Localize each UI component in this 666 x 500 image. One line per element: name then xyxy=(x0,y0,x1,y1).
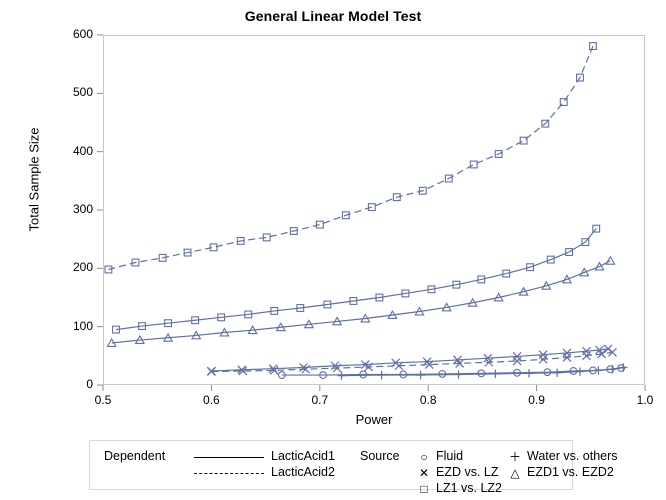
series-2 xyxy=(106,255,616,347)
axis-tick-marks xyxy=(97,34,646,391)
plot-svg xyxy=(97,34,646,391)
legend-item-lz1-vs-lz2: LZ1 vs. LZ2 xyxy=(436,481,502,495)
legend-item-ezd-vs-lz: EZD vs. LZ xyxy=(436,465,499,479)
square-icon: □ xyxy=(420,482,428,496)
data-series-layer xyxy=(104,42,628,380)
triangle-icon: △ xyxy=(510,466,520,480)
legend-group-dependent-title: Dependent xyxy=(104,449,166,463)
series-0 xyxy=(104,42,597,274)
x-icon: ✕ xyxy=(418,466,430,480)
plus-icon: ＋ xyxy=(508,450,521,464)
chart-container: General Linear Model Test Total Sample S… xyxy=(0,0,666,500)
legend-item-lacticacid2: LacticAcid2 xyxy=(271,465,335,479)
series-6 xyxy=(337,363,628,380)
chart-legend: Dependent LacticAcid1 LacticAcid2 Source… xyxy=(89,440,618,495)
legend-item-water-vs-others: Water vs. others xyxy=(527,449,618,463)
legend-item-lacticacid1: LacticAcid1 xyxy=(271,449,335,463)
legend-item-fluid: Fluid xyxy=(436,449,464,463)
legend-line-dashed-swatch xyxy=(194,473,264,474)
legend-line-solid-swatch xyxy=(194,457,264,458)
legend-item-ezd1-vs-ezd2: EZD1 vs. EZD2 xyxy=(527,465,614,479)
legend-group-source-title: Source xyxy=(360,449,400,463)
series-1 xyxy=(112,224,601,334)
circle-icon: ○ xyxy=(420,450,428,464)
